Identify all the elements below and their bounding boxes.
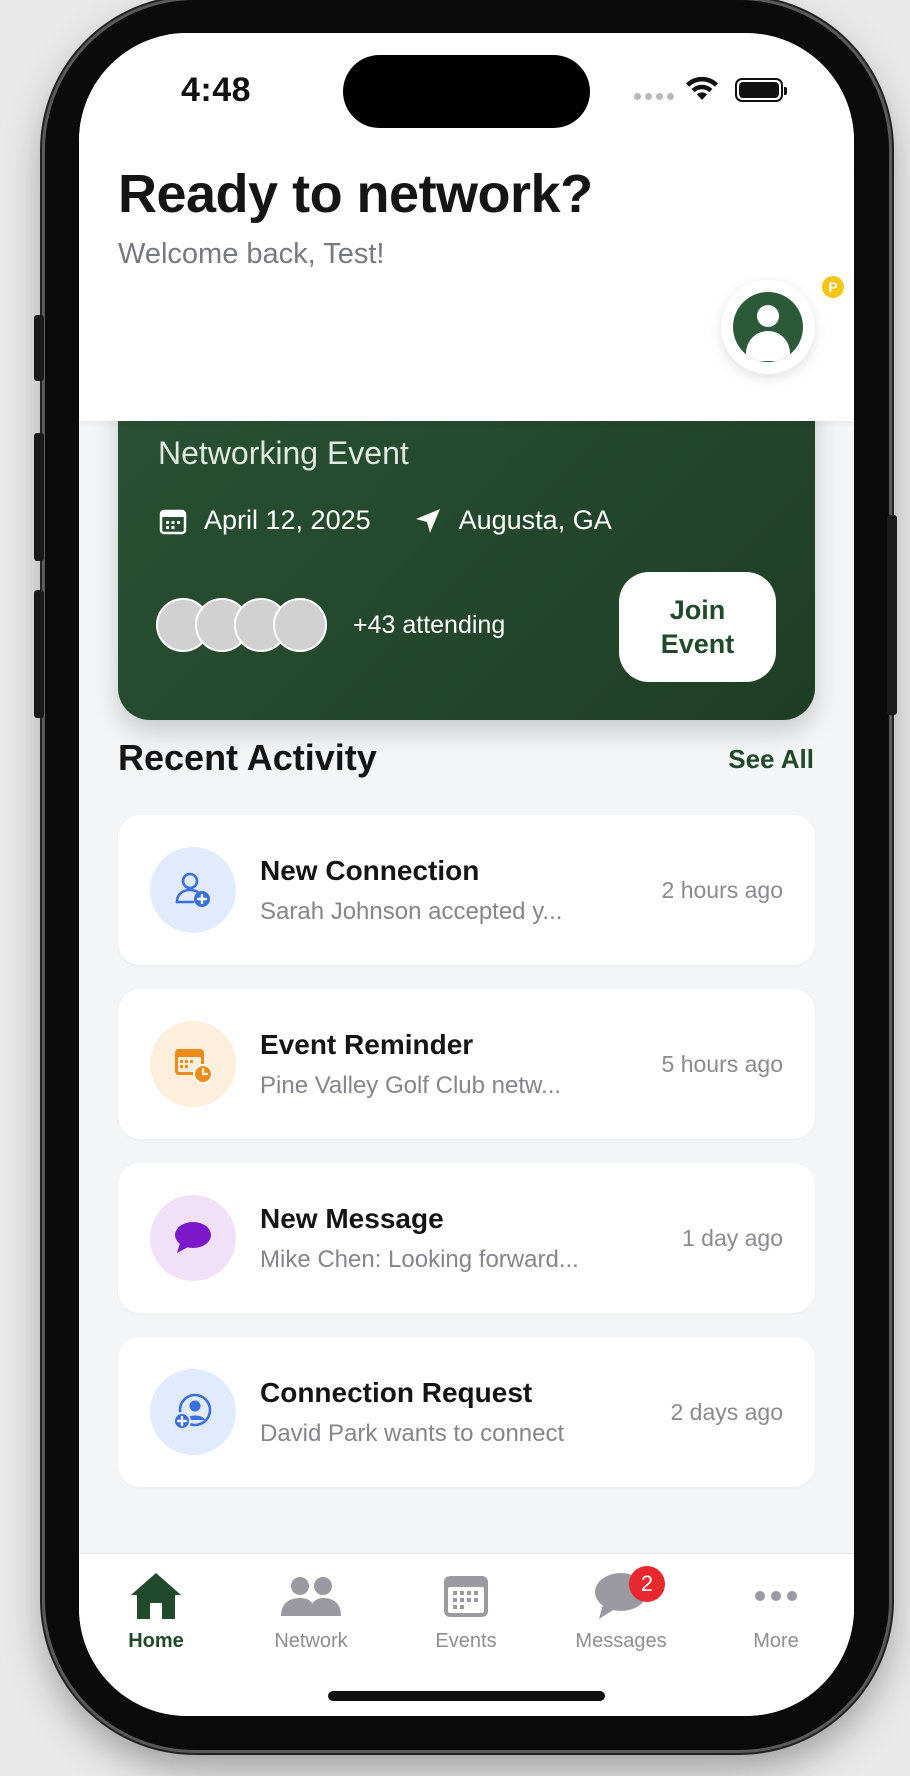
- activity-title: Event Reminder: [260, 1029, 474, 1060]
- tab-messages[interactable]: 2 Messages: [561, 1566, 681, 1653]
- person-add-icon: [150, 847, 236, 933]
- activity-title: New Connection: [260, 855, 480, 886]
- activity-time: 5 hours ago: [661, 1051, 783, 1077]
- event-date: April 12, 2025: [204, 505, 371, 535]
- calendar-icon: [158, 506, 188, 536]
- mute-switch: [34, 315, 44, 381]
- tab-label: Events: [435, 1630, 497, 1652]
- messages-unread-badge: 2: [629, 1566, 665, 1602]
- join-event-button[interactable]: Join Event: [619, 572, 776, 682]
- tab-label: Home: [128, 1630, 184, 1652]
- status-bar: 4:48: [79, 33, 854, 173]
- person-circle-add-icon: [150, 1369, 236, 1455]
- profile-status-badge: P: [819, 273, 847, 301]
- see-all-link[interactable]: See All: [728, 744, 814, 775]
- status-time: 4:48: [181, 71, 252, 109]
- activity-title: Connection Request: [260, 1377, 533, 1408]
- tab-label: Network: [274, 1630, 348, 1652]
- page-title: Ready to network?: [118, 164, 593, 224]
- attendee-avatars: +43 attending: [156, 598, 505, 652]
- welcome-subtitle: Welcome back, Test!: [118, 238, 385, 270]
- activity-title: New Message: [260, 1203, 444, 1234]
- activity-description: Mike Chen: Looking forward...: [260, 1246, 579, 1273]
- user-avatar-icon: [733, 292, 803, 362]
- volume-up-button: [34, 433, 44, 561]
- activity-description: Pine Valley Golf Club netw...: [260, 1072, 562, 1099]
- cellular-signal-icon: [634, 93, 674, 100]
- screen: 4:48 Networking Event April 12, 2025 Aug…: [79, 33, 854, 1716]
- power-button: [887, 515, 897, 715]
- chat-bubble-icon: [150, 1195, 236, 1281]
- tab-events[interactable]: Events: [406, 1568, 526, 1653]
- tab-label: More: [753, 1630, 799, 1652]
- activity-item-new-message[interactable]: New Message Mike Chen: Looking forward..…: [118, 1163, 815, 1313]
- recent-activity-heading: Recent Activity: [118, 737, 377, 778]
- tab-more[interactable]: More: [716, 1568, 836, 1653]
- location-arrow-icon: [413, 506, 443, 536]
- event-location: Augusta, GA: [458, 505, 612, 535]
- event-name: Networking Event: [158, 435, 409, 471]
- tab-label: Messages: [575, 1630, 667, 1652]
- activity-item-connection-request[interactable]: Connection Request David Park wants to c…: [118, 1337, 815, 1487]
- activity-description: David Park wants to connect: [260, 1420, 565, 1447]
- activity-item-new-connection[interactable]: New Connection Sarah Johnson accepted y.…: [118, 815, 815, 965]
- event-meta: April 12, 2025 Augusta, GA: [158, 505, 612, 536]
- more-icon: [716, 1568, 836, 1624]
- activity-item-event-reminder[interactable]: Event Reminder Pine Valley Golf Club net…: [118, 989, 815, 1139]
- home-icon: [96, 1568, 216, 1624]
- activity-description: Sarah Johnson accepted y...: [260, 898, 563, 925]
- wifi-icon: [685, 76, 719, 107]
- home-indicator[interactable]: [328, 1691, 605, 1701]
- battery-icon: [735, 78, 787, 102]
- attending-count: +43 attending: [353, 610, 506, 639]
- calendar-icon: [406, 1568, 526, 1624]
- attendee-avatar: [273, 598, 327, 652]
- volume-down-button: [34, 590, 44, 718]
- profile-avatar-button[interactable]: [721, 280, 815, 374]
- dynamic-island: [343, 55, 590, 128]
- tab-home[interactable]: Home: [96, 1568, 216, 1653]
- activity-time: 1 day ago: [681, 1225, 783, 1251]
- activity-time: 2 days ago: [670, 1399, 783, 1425]
- activity-time: 2 hours ago: [661, 877, 783, 903]
- tab-network[interactable]: Network: [251, 1568, 371, 1653]
- people-icon: [251, 1568, 371, 1624]
- calendar-clock-icon: [150, 1021, 236, 1107]
